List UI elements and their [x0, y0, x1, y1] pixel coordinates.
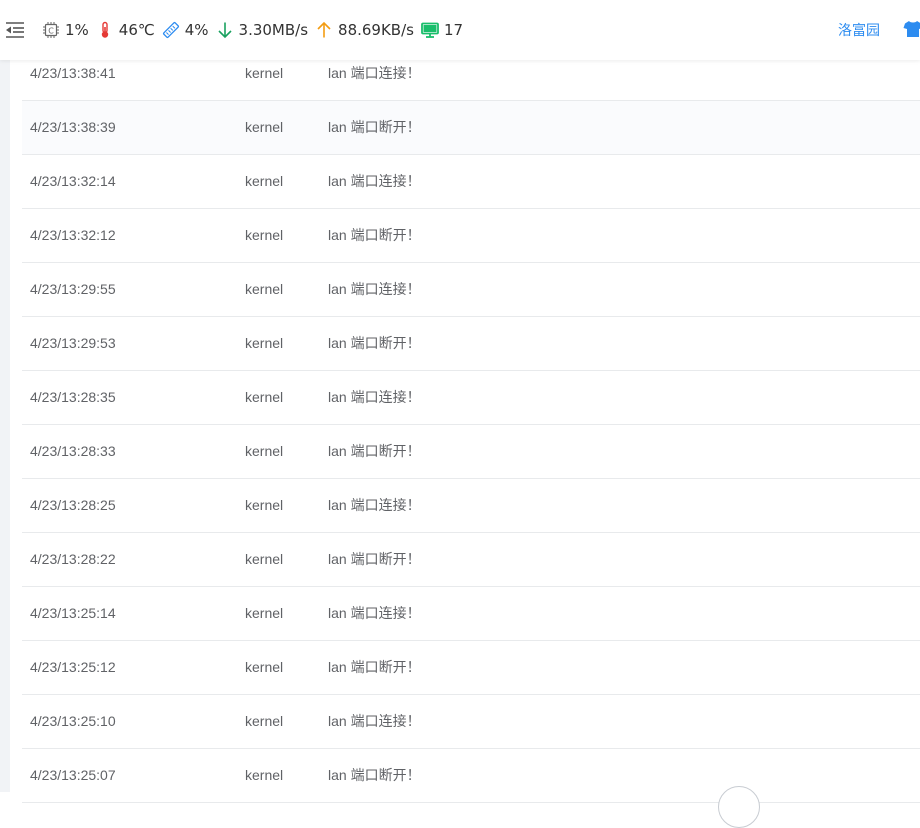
cpu-value: 1%: [65, 21, 89, 39]
log-source: kernel: [245, 281, 284, 297]
cpu-stat: C 1%: [42, 21, 89, 39]
log-time: 4/23/13:25:14: [30, 605, 116, 621]
log-message: lan 端口断开！: [328, 659, 421, 675]
temperature-value: 46℃: [118, 21, 155, 39]
log-row: 4/23/13:25:14 kernel lan 端口连接！: [22, 587, 920, 641]
arrow-up-icon: [317, 21, 331, 38]
log-message: lan 端口连接！: [328, 389, 421, 405]
log-source: kernel: [245, 497, 284, 513]
log-source: kernel: [245, 389, 284, 405]
log-message: lan 端口连接！: [328, 605, 421, 621]
devices-value: 17: [443, 21, 464, 39]
log-time: 4/23/13:32:12: [30, 227, 116, 243]
log-time: 4/23/13:38:39: [30, 119, 116, 135]
upload-stat: 88.69KB/s: [315, 21, 414, 39]
log-time: 4/23/13:28:25: [30, 497, 116, 513]
log-message: lan 端口连接！: [328, 173, 421, 189]
status-header: C 1% 46℃ 4% 3.30MB/s 88.69KB/s 17 洛富园: [0, 0, 920, 60]
log-row: 4/23/13:25:10 kernel lan 端口连接！: [22, 695, 920, 749]
log-time: 4/23/13:29:55: [30, 281, 116, 297]
log-table: 4/23/13:38:41 kernel lan 端口连接！ 4/23/13:3…: [22, 47, 920, 803]
memory-stat: 4%: [162, 21, 209, 39]
upload-value: 88.69KB/s: [338, 21, 414, 39]
log-row: 4/23/13:32:12 kernel lan 端口断开！: [22, 209, 920, 263]
log-row: 4/23/13:29:55 kernel lan 端口连接！: [22, 263, 920, 317]
log-source: kernel: [245, 173, 284, 189]
brand-link[interactable]: 洛富园: [838, 20, 880, 40]
log-message: lan 端口连接！: [328, 497, 421, 513]
log-message: lan 端口断开！: [328, 443, 421, 459]
menu-collapse-icon[interactable]: [5, 21, 25, 39]
svg-text:C: C: [48, 26, 54, 35]
memory-icon: [162, 21, 179, 39]
log-source: kernel: [245, 443, 284, 459]
temperature-stat: 46℃: [96, 21, 155, 39]
log-source: kernel: [245, 335, 284, 351]
log-source: kernel: [245, 659, 284, 675]
log-row: 4/23/13:32:14 kernel lan 端口连接！: [22, 155, 920, 209]
log-message: lan 端口断开！: [328, 335, 421, 351]
log-message: lan 端口连接！: [328, 713, 421, 729]
log-message: lan 端口连接！: [328, 281, 421, 297]
log-time: 4/23/13:29:53: [30, 335, 116, 351]
log-message: lan 端口断开！: [328, 551, 421, 567]
log-row: 4/23/13:29:53 kernel lan 端口断开！: [22, 317, 920, 371]
memory-value: 4%: [184, 21, 209, 39]
system-stats: C 1% 46℃ 4% 3.30MB/s 88.69KB/s 17: [42, 19, 470, 41]
log-source: kernel: [245, 767, 284, 783]
log-time: 4/23/13:32:14: [30, 173, 116, 189]
log-row: 4/23/13:28:22 kernel lan 端口断开！: [22, 533, 920, 587]
log-message: lan 端口断开！: [328, 767, 421, 783]
log-row: 4/23/13:28:35 kernel lan 端口连接！: [22, 371, 920, 425]
download-value: 3.30MB/s: [238, 21, 309, 39]
log-time: 4/23/13:25:10: [30, 713, 116, 729]
thermometer-icon: [101, 21, 108, 38]
log-time: 4/23/13:28:22: [30, 551, 116, 567]
log-source: kernel: [245, 551, 284, 567]
arrow-down-icon: [217, 22, 232, 39]
log-message: lan 端口断开！: [328, 119, 421, 135]
monitor-icon: [421, 22, 439, 38]
log-row: 4/23/13:38:39 kernel lan 端口断开！: [22, 101, 920, 155]
log-row: 4/23/13:25:12 kernel lan 端口断开！: [22, 641, 920, 695]
log-time: 4/23/13:28:35: [30, 389, 116, 405]
log-row: 4/23/13:28:25 kernel lan 端口连接！: [22, 479, 920, 533]
log-source: kernel: [245, 227, 284, 243]
devices-stat: 17: [421, 21, 463, 39]
sidebar-rail: [0, 60, 10, 792]
log-source: kernel: [245, 713, 284, 729]
download-stat: 3.30MB/s: [216, 21, 309, 39]
cpu-icon: C: [43, 22, 59, 38]
log-source: kernel: [245, 119, 284, 135]
log-source: kernel: [245, 605, 284, 621]
log-message: lan 端口断开！: [328, 227, 421, 243]
log-row: 4/23/13:25:07 kernel lan 端口断开！: [22, 749, 920, 803]
scroll-top-button[interactable]: [718, 786, 760, 828]
log-time: 4/23/13:25:07: [30, 767, 116, 783]
log-time: 4/23/13:25:12: [30, 659, 116, 675]
log-time: 4/23/13:28:33: [30, 443, 116, 459]
log-row: 4/23/13:28:33 kernel lan 端口断开！: [22, 425, 920, 479]
tshirt-icon[interactable]: [903, 20, 920, 38]
